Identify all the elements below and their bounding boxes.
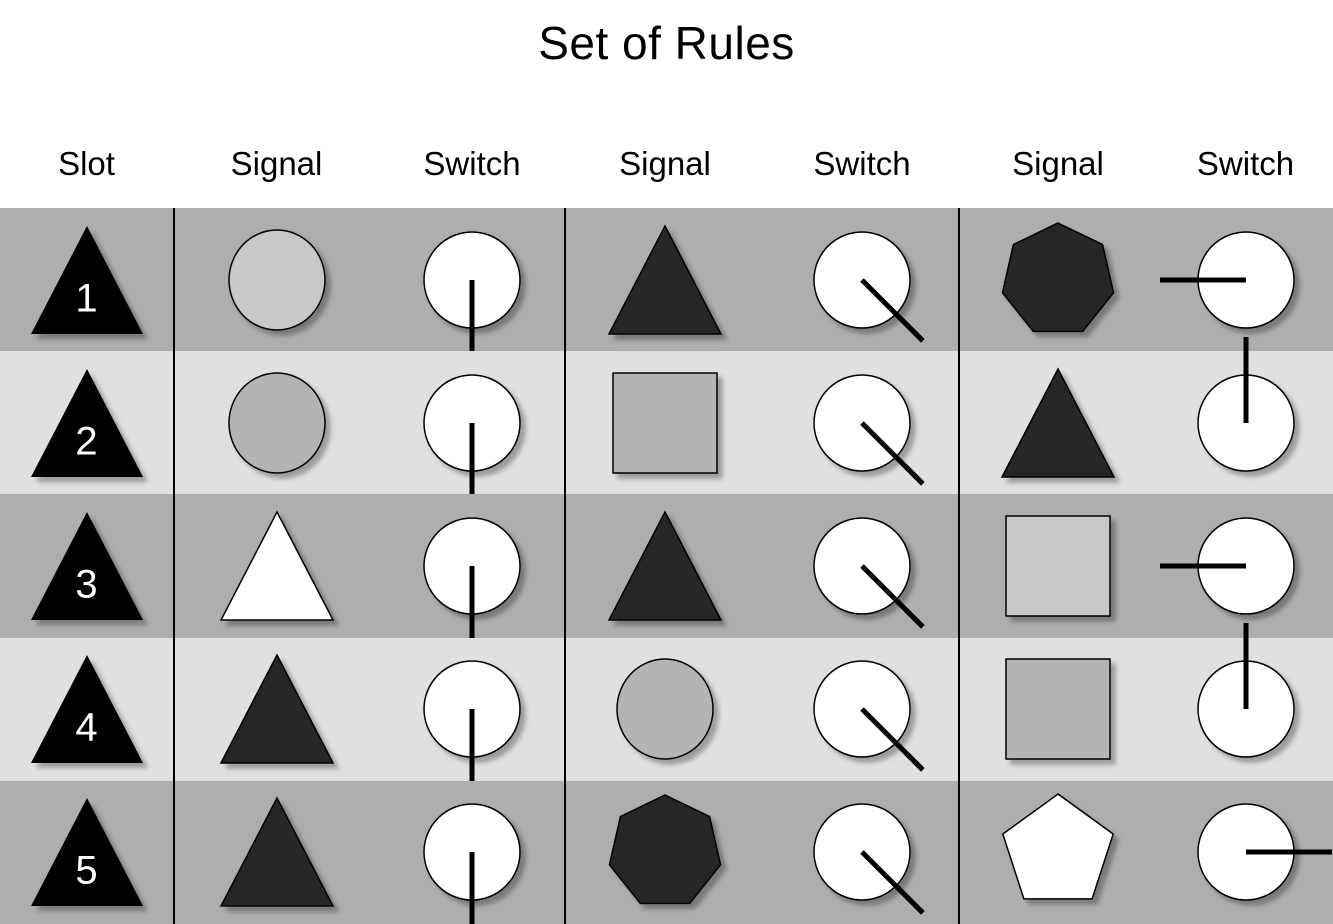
column-header-signal-3: Signal [1012, 145, 1104, 182]
square-icon [988, 644, 1128, 774]
switch-icon [792, 215, 932, 345]
switch-icon [792, 644, 932, 774]
column-group-separator-3 [958, 208, 960, 924]
column-group-separator-2 [564, 208, 566, 924]
cell-switch-r2-c3[interactable] [380, 351, 564, 509]
cell-switch-r2-c5[interactable] [766, 351, 958, 494]
cell-signal-r4-c6 [958, 638, 1158, 781]
column-header-slot: Slot [58, 145, 115, 182]
switch-icon [402, 215, 542, 366]
triangle-icon [595, 501, 735, 631]
cell-slot-r4-c1: 4 [0, 638, 173, 781]
triangle-icon [595, 215, 735, 345]
cell-slot-r1-c1: 1 [0, 208, 173, 351]
cell-switch-r3-c7[interactable] [1158, 494, 1333, 637]
switch-icon [402, 644, 542, 796]
table-row: 4 [0, 623, 1333, 796]
triangle-icon: 3 [17, 501, 157, 631]
cell-signal-r1-c4 [564, 208, 766, 351]
column-header-switch-1: Switch [423, 145, 521, 182]
switch-icon [402, 787, 542, 924]
cell-slot-r2-c1: 2 [0, 351, 173, 494]
cell-switch-r1-c7[interactable] [1158, 208, 1333, 351]
cell-switch-r4-c7[interactable] [1158, 623, 1333, 781]
table-row: 5 [0, 780, 1333, 924]
table-row: 3 [0, 494, 1333, 652]
switch-icon [1159, 501, 1316, 631]
switch-icon [1159, 215, 1316, 345]
cell-signal-r1-c6 [958, 208, 1158, 351]
cell-signal-r5-c4 [564, 781, 766, 924]
square-icon [595, 358, 735, 488]
cell-signal-r4-c4 [564, 638, 766, 781]
cell-signal-r4-c2 [173, 638, 380, 781]
cell-signal-r1-c2 [173, 208, 380, 351]
triangle-icon: 5 [17, 787, 157, 917]
column-header-signal-2: Signal [619, 145, 711, 182]
switch-icon [792, 787, 932, 917]
pentagon-icon [988, 787, 1128, 917]
cell-switch-r5-c5[interactable] [766, 781, 958, 924]
cell-switch-r1-c3[interactable] [380, 208, 564, 366]
cell-signal-r3-c2 [173, 494, 380, 637]
column-header-switch-3: Switch [1196, 145, 1295, 182]
square-icon [988, 501, 1128, 631]
cell-switch-r2-c7[interactable] [1158, 336, 1333, 494]
cell-signal-r3-c6 [958, 494, 1158, 637]
heptagon-icon [988, 215, 1128, 345]
cell-switch-r4-c3[interactable] [380, 638, 564, 796]
triangle-icon [207, 644, 347, 774]
cell-signal-r3-c4 [564, 494, 766, 637]
cell-switch-r3-c3[interactable] [380, 494, 564, 652]
cell-switch-r3-c5[interactable] [766, 494, 958, 637]
switch-icon [1176, 787, 1332, 917]
cell-signal-r2-c6 [958, 351, 1158, 494]
cell-signal-r5-c6 [958, 781, 1158, 924]
circle-icon [207, 358, 347, 488]
table-row: 1 [0, 208, 1333, 366]
cell-signal-r5-c2 [173, 781, 380, 924]
cell-signal-r2-c4 [564, 351, 766, 494]
triangle-icon: 4 [17, 644, 157, 774]
cell-signal-r2-c2 [173, 351, 380, 494]
table-body: 12345 [0, 208, 1333, 924]
switch-icon [1176, 623, 1316, 774]
switch-icon [402, 501, 542, 652]
cell-switch-r4-c5[interactable] [766, 638, 958, 781]
triangle-icon [207, 501, 347, 631]
table-header: Slot Signal Switch Signal Switch Signal … [0, 136, 1333, 192]
switch-icon [402, 358, 542, 509]
table-row: 2 [0, 336, 1333, 509]
cell-switch-r5-c3[interactable] [380, 781, 564, 924]
column-header-switch-2: Switch [813, 145, 911, 182]
triangle-icon [988, 358, 1128, 488]
heptagon-icon [595, 787, 735, 917]
circle-icon [207, 215, 347, 345]
triangle-icon: 2 [17, 358, 157, 488]
page-title: Set of Rules [538, 17, 795, 69]
switch-icon [1176, 336, 1316, 488]
circle-icon [595, 644, 735, 774]
cell-slot-r3-c1: 3 [0, 494, 173, 637]
cell-switch-r5-c7[interactable] [1158, 781, 1333, 924]
switch-icon [792, 501, 932, 631]
triangle-icon: 1 [17, 215, 157, 345]
switch-icon [792, 358, 932, 488]
column-group-separator-1 [173, 208, 175, 924]
cell-switch-r1-c5[interactable] [766, 208, 958, 351]
cell-slot-r5-c1: 5 [0, 781, 173, 924]
column-header-signal-1: Signal [230, 145, 323, 182]
triangle-icon [207, 787, 347, 917]
rules-table-page: Set of Rules Slot Signal Switch Signal S… [0, 0, 1333, 924]
